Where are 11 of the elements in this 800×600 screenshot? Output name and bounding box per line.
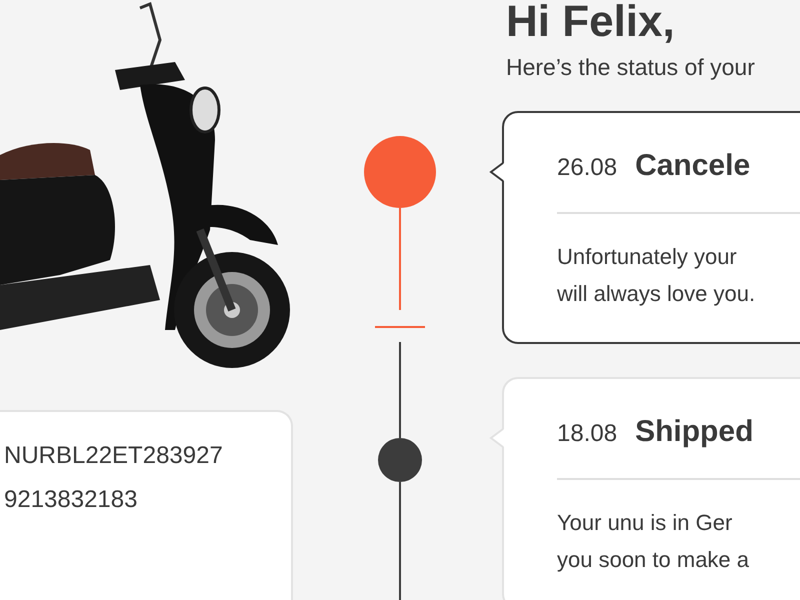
status-message: Unfortunately your will always love you.	[557, 242, 756, 308]
status-date: 18.08	[557, 418, 618, 448]
greeting-subtitle: Here’s the status of your	[505, 53, 756, 82]
status-title: Shipped	[635, 414, 754, 450]
status-title: Cancele	[635, 148, 750, 184]
status-message: Your unu is in Ger you soon to make a	[557, 508, 750, 574]
status-date: 26.08	[557, 152, 618, 182]
serial-number: NURBL22ET283927	[4, 441, 224, 471]
greeting-title: Hi Felix,	[505, 0, 676, 44]
serial-number: 9213832183	[4, 485, 138, 515]
end-marker	[375, 326, 425, 328]
